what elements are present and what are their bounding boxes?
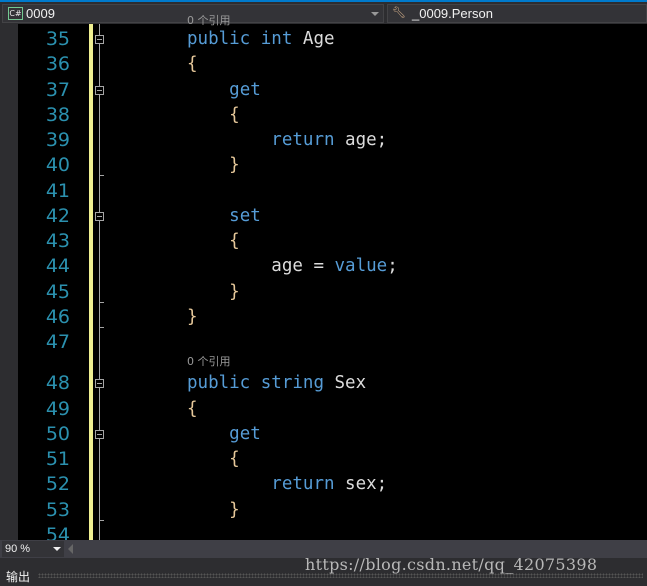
identifier-token [250, 373, 261, 393]
code-line[interactable]: } [187, 498, 240, 523]
keyword-token: return [271, 474, 335, 495]
collapse-icon[interactable] [95, 211, 104, 221]
identifier-token [250, 29, 261, 49]
code-editor[interactable]: 35 36 37 38 39 40 41 42 43 44 45 46 47 48 49 50 51 52 53 54… [0, 14, 647, 546]
zoom-level: 90 % [5, 543, 31, 555]
fold-end-marker [99, 175, 104, 177]
collapse-icon[interactable] [95, 35, 104, 44]
brace-token: { [229, 231, 240, 251]
scroll-left-icon[interactable] [68, 544, 73, 554]
line-number: 47 [45, 331, 70, 353]
code-line[interactable]: public string Sex [187, 371, 366, 396]
code-line[interactable]: { [187, 397, 198, 422]
line-number: 39 [45, 129, 70, 151]
keyword-token: public [187, 29, 251, 49]
line-number: 40 [45, 154, 70, 177]
fold-end-marker [99, 519, 104, 521]
line-number: 44 [45, 255, 70, 278]
code-line[interactable]: { [187, 103, 240, 128]
line-number: 41 [45, 179, 70, 202]
code-line[interactable]: } [187, 153, 240, 178]
property-icon: 🔧︎ [392, 7, 406, 19]
output-panel-label: 输出 [6, 570, 31, 584]
brace-token: { [187, 398, 198, 419]
code-line[interactable]: get [187, 78, 261, 103]
chevron-down-icon[interactable] [53, 547, 61, 551]
code-line[interactable]: public int Age [187, 27, 335, 52]
brace-token: } [187, 306, 198, 327]
brace-token: } [229, 499, 240, 520]
line-number: 37 [45, 78, 70, 101]
code-line[interactable]: { [187, 52, 198, 77]
fold-end-marker [99, 301, 104, 303]
identifier-token: Age [292, 29, 335, 49]
collapse-icon[interactable] [95, 429, 104, 439]
brace-token: { [229, 104, 240, 125]
line-number: 35 [45, 28, 70, 50]
collapse-icon[interactable] [95, 379, 104, 389]
member-dropdown-value: _0009.Person [412, 6, 493, 21]
keyword-token: return [271, 130, 335, 150]
line-number: 38 [45, 103, 70, 126]
member-dropdown[interactable]: 🔧︎ _0009.Person [387, 4, 647, 23]
line-number: 46 [45, 305, 70, 328]
code-line[interactable]: } [187, 280, 240, 305]
code-line[interactable]: { [187, 229, 240, 254]
keyword-token: get [229, 423, 261, 444]
project-dropdown-value: 0009 [26, 6, 55, 21]
line-number: 43 [45, 230, 70, 252]
identifier-token: age; [334, 130, 388, 150]
code-line[interactable]: set [187, 204, 261, 229]
line-number: 53 [45, 498, 70, 521]
collapse-icon[interactable] [95, 85, 104, 95]
reference-codelens[interactable]: 0 个引用 [187, 353, 231, 369]
code-line[interactable]: } [187, 305, 198, 330]
reference-codelens-partial[interactable]: 0 个引用 [187, 12, 231, 28]
brace-token: } [229, 281, 240, 302]
code-line[interactable]: get [187, 422, 261, 447]
keyword-token: string [260, 373, 324, 394]
identifier-token: sex; [334, 474, 388, 495]
line-number: 52 [45, 473, 70, 496]
identifier-token: ; [387, 256, 398, 277]
change-tracking-bar [89, 24, 93, 540]
line-number: 50 [45, 422, 70, 445]
code-line[interactable]: age = value; [187, 254, 398, 279]
keyword-token: public [187, 373, 251, 394]
keyword-token: get [229, 79, 261, 100]
csharp-file-icon: C# [8, 7, 23, 20]
brace-token: { [229, 449, 240, 469]
navigation-bar: C# 0009 🔧︎ _0009.Person [0, 0, 647, 24]
line-number: 36 [45, 53, 70, 76]
line-number: 48 [45, 372, 70, 395]
code-line[interactable]: { [187, 447, 240, 472]
brace-token: } [229, 155, 240, 176]
zoom-dropdown[interactable]: 90 % [2, 541, 64, 557]
keyword-token: set [229, 205, 261, 226]
code-line[interactable]: return age; [187, 128, 387, 153]
line-number: 49 [45, 397, 70, 420]
line-number: 42 [45, 204, 70, 227]
keyword-token: value [334, 256, 388, 277]
brace-token: { [187, 54, 198, 75]
chevron-down-icon[interactable] [371, 12, 379, 16]
watermark: https://blog.csdn.net/qq_42075398 [305, 555, 598, 574]
fold-end-marker [99, 326, 104, 328]
identifier-token: age = [271, 256, 335, 277]
code-line[interactable]: return sex; [187, 472, 387, 497]
outline-guide [99, 24, 100, 540]
keyword-token: int [260, 29, 293, 49]
line-number: 51 [45, 448, 70, 470]
line-number: 45 [45, 280, 70, 303]
identifier-token: Sex [323, 373, 367, 394]
